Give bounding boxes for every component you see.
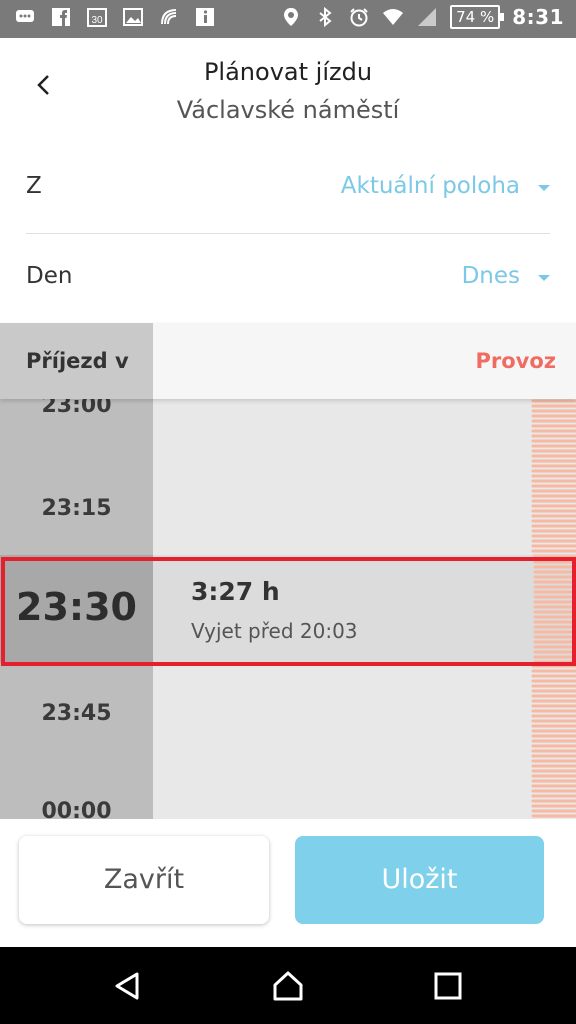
info-icon [194,6,216,28]
bottom-action-bar: Zavřít Uložit [0,819,576,947]
svg-text:30: 30 [91,15,103,26]
selected-traffic-strip [533,555,576,663]
dropdown-arrow-icon [538,275,550,281]
header: Plánovat jízdu Václavské náměstí [0,38,576,148]
facebook-icon [50,6,72,28]
location-icon [280,6,302,28]
trip-duration: 3:27 h [191,577,280,606]
selected-time-cell: 23:30 [0,555,153,663]
nfc-icon [158,6,180,28]
traffic-header: Provoz [475,349,556,373]
home-icon [273,971,303,1001]
arrival-header-cell: Příjezd v [0,323,153,399]
chat-icon [14,6,36,28]
dropdown-arrow-icon [538,185,550,191]
triangle-back-icon [115,972,139,1000]
from-label: Z [26,173,42,199]
signal-icon [416,6,438,28]
battery-indicator: 74 % [450,5,505,29]
day-label: Den [26,263,73,289]
timeline-list[interactable]: 23:00 23:15 23:45 00:00 23:30 3:27 h Vyj… [0,399,576,819]
calendar-icon: 30 [86,6,108,28]
clock: 8:31 [512,5,564,29]
depart-before: Vyjet před 20:03 [191,619,358,643]
traffic-header-cell: Provoz [153,323,576,399]
image-icon [122,6,144,28]
from-selector[interactable]: Z Aktuální poloha [26,143,550,234]
close-button[interactable]: Zavřít [19,836,269,924]
time-slot-label[interactable]: 23:00 [0,399,153,418]
nav-home-button[interactable] [271,969,305,1003]
alarm-icon [348,6,370,28]
time-slot-label[interactable]: 23:15 [0,496,153,521]
nav-back-button[interactable] [111,969,145,1003]
navigation-bar [0,947,576,1024]
selected-time: 23:30 [16,585,137,629]
nav-recents-button[interactable] [431,969,465,1003]
wifi-icon [382,6,404,28]
time-slot-label[interactable]: 23:45 [0,701,153,726]
arrival-header: Příjezd v [26,349,129,373]
recents-icon [434,972,462,1000]
page-subtitle: Václavské náměstí [176,96,400,124]
from-value: Aktuální poloha [340,173,520,199]
time-slot-label[interactable]: 00:00 [0,799,153,819]
day-selector[interactable]: Den Dnes [26,233,550,323]
save-button[interactable]: Uložit [295,836,544,924]
page-title: Plánovat jízdu [203,58,373,86]
selected-time-slot[interactable]: 23:30 3:27 h Vyjet před 20:03 [0,555,576,663]
status-bar: 30 74 % 8:31 [0,0,576,38]
bluetooth-icon [314,6,336,28]
day-value: Dnes [461,263,520,289]
selected-detail-cell: 3:27 h Vyjet před 20:03 [153,555,576,663]
timeline-header: Příjezd v Provoz [0,323,576,399]
